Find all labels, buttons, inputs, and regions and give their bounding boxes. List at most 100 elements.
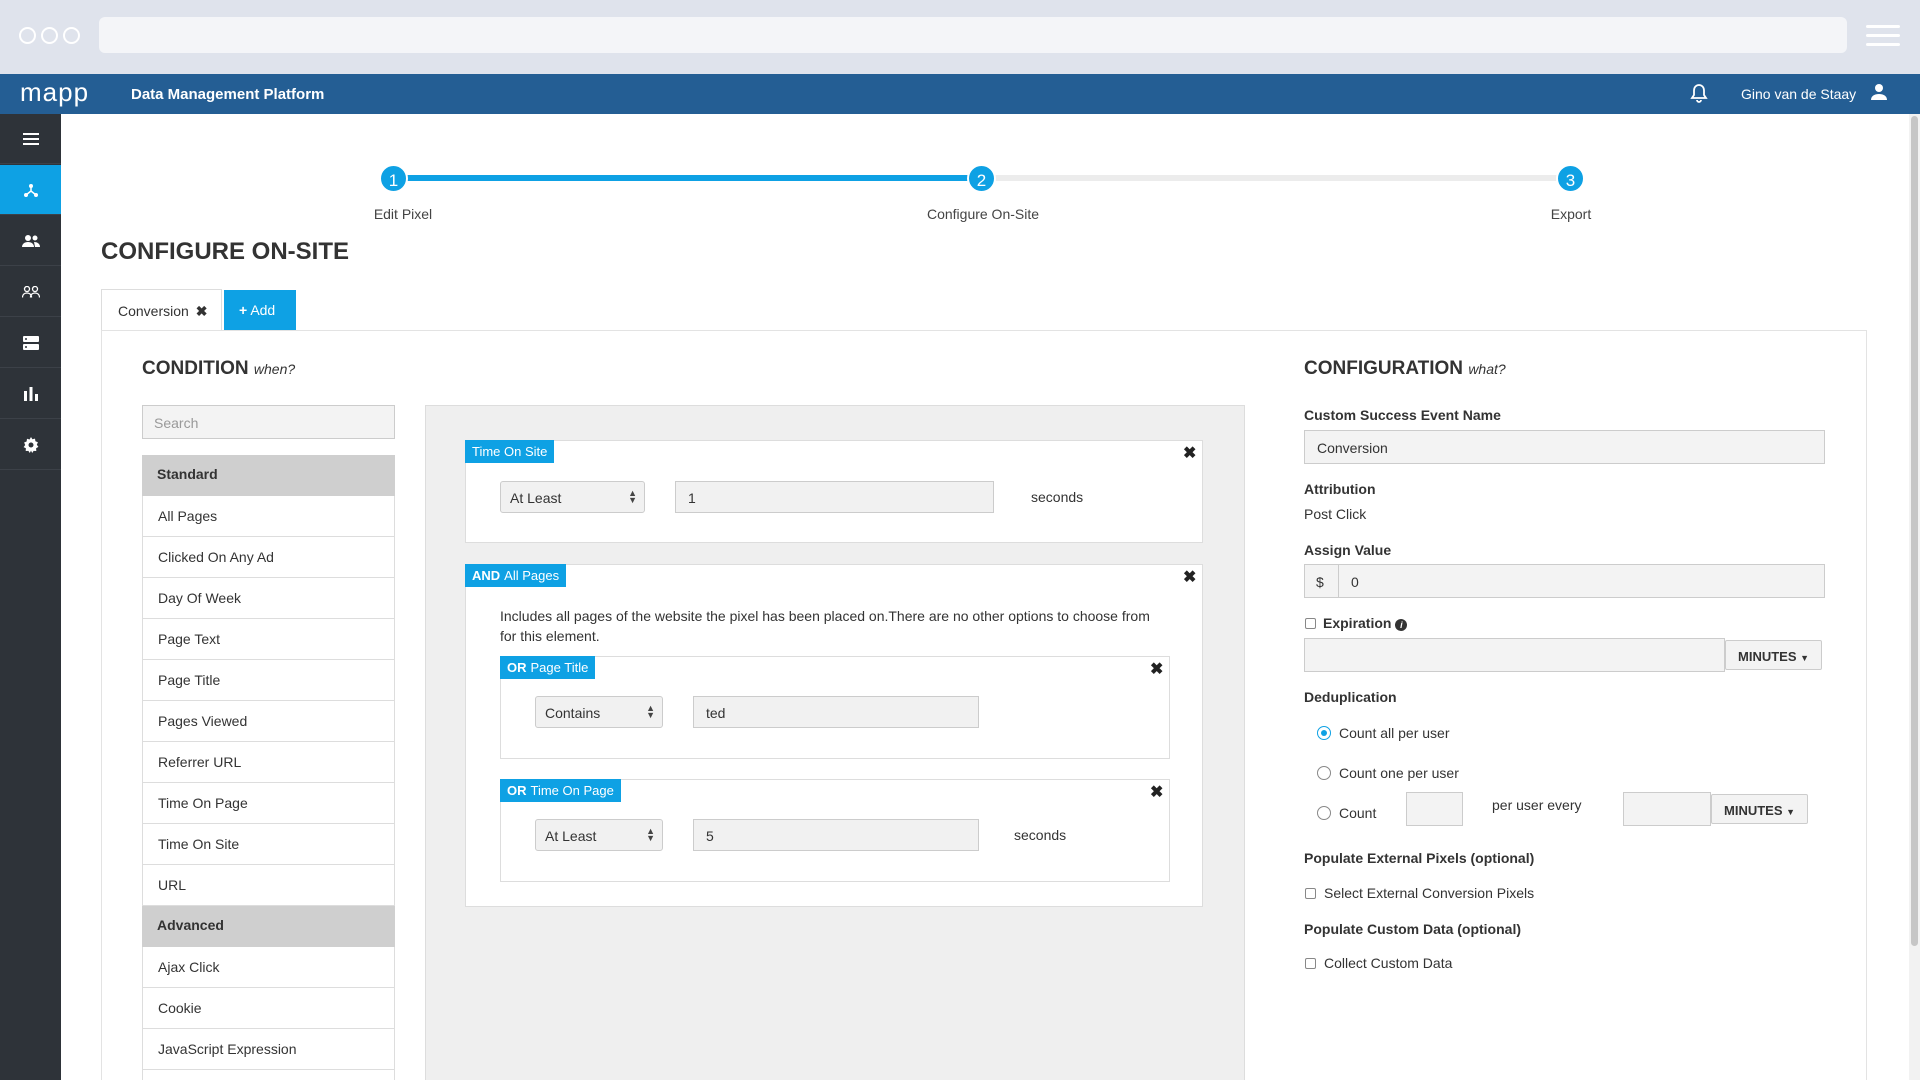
updown-arrow-icon: ▲ ▼: [646, 703, 655, 720]
sidebar-gear-icon[interactable]: [0, 420, 61, 470]
ext-pixels-checkbox[interactable]: [1305, 888, 1316, 899]
rule-tag: OR Time On Page: [500, 779, 621, 802]
rule-time-on-site: Time On Site ✖ At Least ▲ ▼ 1 seconds: [465, 440, 1203, 543]
scrollbar-thumb[interactable]: [1911, 116, 1918, 946]
rule-prefix: AND: [472, 568, 501, 583]
dedup-interval-input[interactable]: [1623, 792, 1711, 826]
user-name[interactable]: Gino van de Staay: [1741, 86, 1856, 102]
event-name-input[interactable]: Conversion: [1304, 430, 1825, 464]
sidebar-users-icon[interactable]: [0, 216, 61, 266]
window-dot-icon[interactable]: [41, 27, 58, 44]
browser-bar: [0, 0, 1920, 74]
condition-search-input[interactable]: Search: [142, 405, 395, 439]
list-item[interactable]: JavaScript Expression: [142, 1029, 395, 1070]
tab-conversion[interactable]: Conversion ✖: [101, 289, 222, 331]
expiration-input[interactable]: [1304, 638, 1725, 672]
sidebar-menu-icon[interactable]: [0, 114, 61, 164]
sidebar-audience-icon[interactable]: [0, 267, 61, 317]
step-circle-3[interactable]: 3: [1556, 164, 1585, 193]
operator-value: Contains: [545, 705, 601, 721]
list-item[interactable]: Pages Viewed: [142, 701, 395, 742]
dedup-option-all[interactable]: Count all per user: [1339, 725, 1450, 741]
step-circle-2[interactable]: 2: [967, 164, 996, 193]
step-circle-1[interactable]: 1: [379, 164, 408, 193]
ext-pixels-option[interactable]: Select External Conversion Pixels: [1324, 885, 1534, 901]
expiration-minutes-dropdown[interactable]: MINUTES ▼: [1725, 640, 1823, 670]
custom-data-checkbox[interactable]: [1305, 958, 1316, 969]
list-item[interactable]: Referrer URL: [142, 742, 395, 783]
rule-tag: Time On Site: [465, 440, 555, 463]
category-standard[interactable]: Standard: [142, 455, 395, 496]
user-icon[interactable]: [1870, 83, 1888, 104]
dedup-option-one[interactable]: Count one per user: [1339, 765, 1459, 781]
condition-subtitle: when?: [253, 361, 296, 377]
ext-pixels-label: Populate External Pixels (optional): [1304, 850, 1535, 866]
list-item[interactable]: Clicked On Any Ad: [142, 537, 395, 578]
unit-label: seconds: [1031, 489, 1084, 505]
operator-value: At Least: [510, 490, 562, 506]
scrollbar[interactable]: [1909, 114, 1920, 1080]
url-bar[interactable]: [99, 17, 1847, 53]
condition-list: Standard All Pages Clicked On Any Ad Day…: [142, 455, 395, 1080]
list-item[interactable]: URL: [142, 865, 395, 906]
close-icon[interactable]: ✖: [196, 303, 208, 319]
sidebar-pixel-icon[interactable]: [0, 165, 61, 215]
dedup-radio-all[interactable]: [1317, 726, 1331, 740]
app-header: mapp Data Management Platform Gino van d…: [0, 74, 1920, 114]
list-item[interactable]: [142, 1070, 395, 1080]
rule-prefix: OR: [507, 660, 527, 675]
event-name-label: Custom Success Event Name: [1304, 407, 1501, 423]
close-icon[interactable]: ✖: [1150, 659, 1163, 679]
bell-icon[interactable]: [1690, 84, 1708, 106]
list-item[interactable]: Day Of Week: [142, 578, 395, 619]
sidebar-storage-icon[interactable]: [0, 318, 61, 368]
assign-value-input[interactable]: 0: [1338, 564, 1825, 598]
close-icon[interactable]: ✖: [1183, 567, 1196, 587]
dedup-count-input[interactable]: [1406, 792, 1463, 826]
step-label-edit-pixel[interactable]: Edit Pixel: [303, 206, 503, 222]
browser-menu-icon[interactable]: [1866, 25, 1900, 47]
list-item[interactable]: Time On Site: [142, 824, 395, 865]
list-item[interactable]: All Pages: [142, 496, 395, 537]
expiration-label-text: Expiration: [1323, 615, 1392, 631]
caret-down-icon: ▼: [1786, 807, 1796, 817]
dedup-option-count[interactable]: Count: [1339, 805, 1376, 821]
unit-label: seconds: [1014, 827, 1067, 843]
operator-select[interactable]: At Least ▲ ▼: [535, 819, 663, 851]
assign-value-label: Assign Value: [1304, 542, 1392, 558]
close-icon[interactable]: ✖: [1150, 782, 1163, 802]
mapp-logo[interactable]: mapp: [20, 77, 89, 108]
expiration-checkbox[interactable]: [1305, 618, 1316, 629]
dedup-radio-one[interactable]: [1317, 766, 1331, 780]
updown-arrow-icon: ▲ ▼: [646, 826, 655, 843]
time-on-page-input[interactable]: 5: [693, 819, 979, 851]
add-tab-button[interactable]: + Add: [224, 290, 296, 330]
configuration-subtitle: what?: [1468, 361, 1506, 377]
window-dot-icon[interactable]: [19, 27, 36, 44]
per-user-every-label: per user every: [1492, 797, 1582, 813]
list-item[interactable]: Page Text: [142, 619, 395, 660]
rule-page-title: OR Page Title ✖ Contains ▲ ▼ ted: [500, 656, 1170, 759]
dedup-minutes-dropdown[interactable]: MINUTES ▼: [1711, 794, 1809, 824]
window-dot-icon[interactable]: [63, 27, 80, 44]
custom-data-label: Populate Custom Data (optional): [1304, 921, 1521, 937]
list-item[interactable]: Cookie: [142, 988, 395, 1029]
time-on-site-input[interactable]: 1: [675, 481, 994, 513]
custom-data-option[interactable]: Collect Custom Data: [1324, 955, 1452, 971]
attribution-label: Attribution: [1304, 481, 1376, 497]
configuration-title-text: CONFIGURATION: [1304, 358, 1464, 379]
operator-select[interactable]: Contains ▲ ▼: [535, 696, 663, 728]
step-label-configure[interactable]: Configure On-Site: [883, 206, 1083, 222]
sidebar-chart-icon[interactable]: [0, 369, 61, 419]
dedup-radio-count[interactable]: [1317, 806, 1331, 820]
operator-select[interactable]: At Least ▲ ▼: [500, 481, 645, 513]
step-label-export[interactable]: Export: [1471, 206, 1671, 222]
page-title-input[interactable]: ted: [693, 696, 979, 728]
list-item[interactable]: Time On Page: [142, 783, 395, 824]
list-item[interactable]: Ajax Click: [142, 947, 395, 988]
page-title: CONFIGURE ON-SITE: [101, 238, 350, 265]
info-icon[interactable]: i: [1395, 619, 1408, 631]
list-item[interactable]: Page Title: [142, 660, 395, 701]
category-advanced[interactable]: Advanced: [142, 906, 395, 947]
close-icon[interactable]: ✖: [1183, 443, 1196, 463]
